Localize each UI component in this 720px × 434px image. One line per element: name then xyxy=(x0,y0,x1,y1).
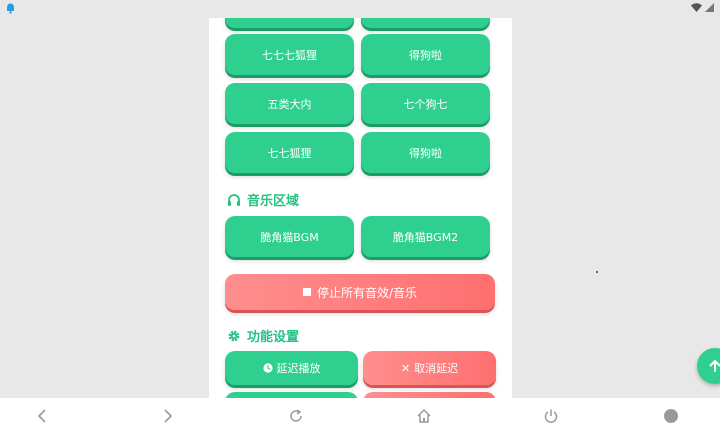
system-navbar xyxy=(0,398,720,434)
bgm-button-label: 脆角猫BGM xyxy=(260,230,319,244)
stop-all-label: 停止所有音效/音乐 xyxy=(316,285,418,300)
bgm2-button-label: 脆角猫BGM2 xyxy=(392,230,459,244)
signal-icon xyxy=(705,3,714,12)
refresh-button[interactable] xyxy=(286,406,306,426)
stop-all-button[interactable]: 停止所有音效/音乐 xyxy=(225,274,495,310)
app-notification-icon xyxy=(7,3,14,14)
bgm2-button[interactable]: 脆角猫BGM2 xyxy=(361,216,490,257)
back-icon xyxy=(37,409,46,423)
app-page: 七七七狐狸 得狗啦 五类大内 七个狗七 七七狐狸 得狗啦 音乐区域 脆角猫BGM… xyxy=(209,18,512,398)
circle-icon xyxy=(664,409,678,423)
back-button[interactable] xyxy=(32,406,52,426)
clock-icon xyxy=(262,363,273,373)
status-bar xyxy=(0,0,720,18)
sound-button[interactable] xyxy=(361,18,490,28)
stop-icon xyxy=(302,288,311,296)
sound-button[interactable]: 七个狗七 xyxy=(361,83,490,124)
sound-button[interactable] xyxy=(225,18,354,28)
forward-button[interactable] xyxy=(158,406,178,426)
headphones-icon xyxy=(228,193,240,206)
sound-button-label: 七个狗七 xyxy=(403,97,448,111)
delay-play-button[interactable]: 延迟播放 xyxy=(225,351,358,385)
home-icon xyxy=(417,408,431,423)
power-icon xyxy=(544,409,558,423)
close-icon: ✕ xyxy=(400,361,411,375)
sound-button[interactable]: 五类大内 xyxy=(225,83,354,124)
settings-section-label: 功能设置 xyxy=(247,330,300,345)
sound-button-label: 得狗啦 xyxy=(409,146,442,160)
refresh-icon xyxy=(290,409,302,422)
status-icons xyxy=(691,3,714,12)
power-button[interactable] xyxy=(541,406,561,426)
forward-icon xyxy=(164,409,173,423)
sound-button-label: 得狗啦 xyxy=(409,48,442,62)
wifi-icon xyxy=(691,3,702,12)
sound-button[interactable]: 得狗啦 xyxy=(361,34,490,75)
settings-section-title: 功能设置 xyxy=(227,326,299,345)
sound-button[interactable]: 七七七狐狸 xyxy=(225,34,354,75)
gear-icon xyxy=(228,330,240,341)
sound-button[interactable]: 得狗啦 xyxy=(361,132,490,173)
delay-play-label: 延迟播放 xyxy=(276,362,321,375)
sound-button-label: 七七狐狸 xyxy=(267,146,312,160)
arrow-up-icon xyxy=(709,360,720,372)
music-section-label: 音乐区域 xyxy=(247,194,300,209)
cancel-delay-button[interactable]: ✕ 取消延迟 xyxy=(363,351,496,385)
sound-button-label: 五类大内 xyxy=(267,97,312,111)
scroll-to-top-button[interactable] xyxy=(697,348,720,384)
music-section-title: 音乐区域 xyxy=(227,190,299,209)
cancel-delay-label: 取消延迟 xyxy=(414,362,459,375)
sound-button[interactable]: 七七狐狸 xyxy=(225,132,354,173)
stray-dot xyxy=(596,271,598,273)
sound-button-label: 七七七狐狸 xyxy=(262,48,317,62)
home-button[interactable] xyxy=(414,406,434,426)
circle-button[interactable] xyxy=(661,406,681,426)
bgm-button[interactable]: 脆角猫BGM xyxy=(225,216,354,257)
